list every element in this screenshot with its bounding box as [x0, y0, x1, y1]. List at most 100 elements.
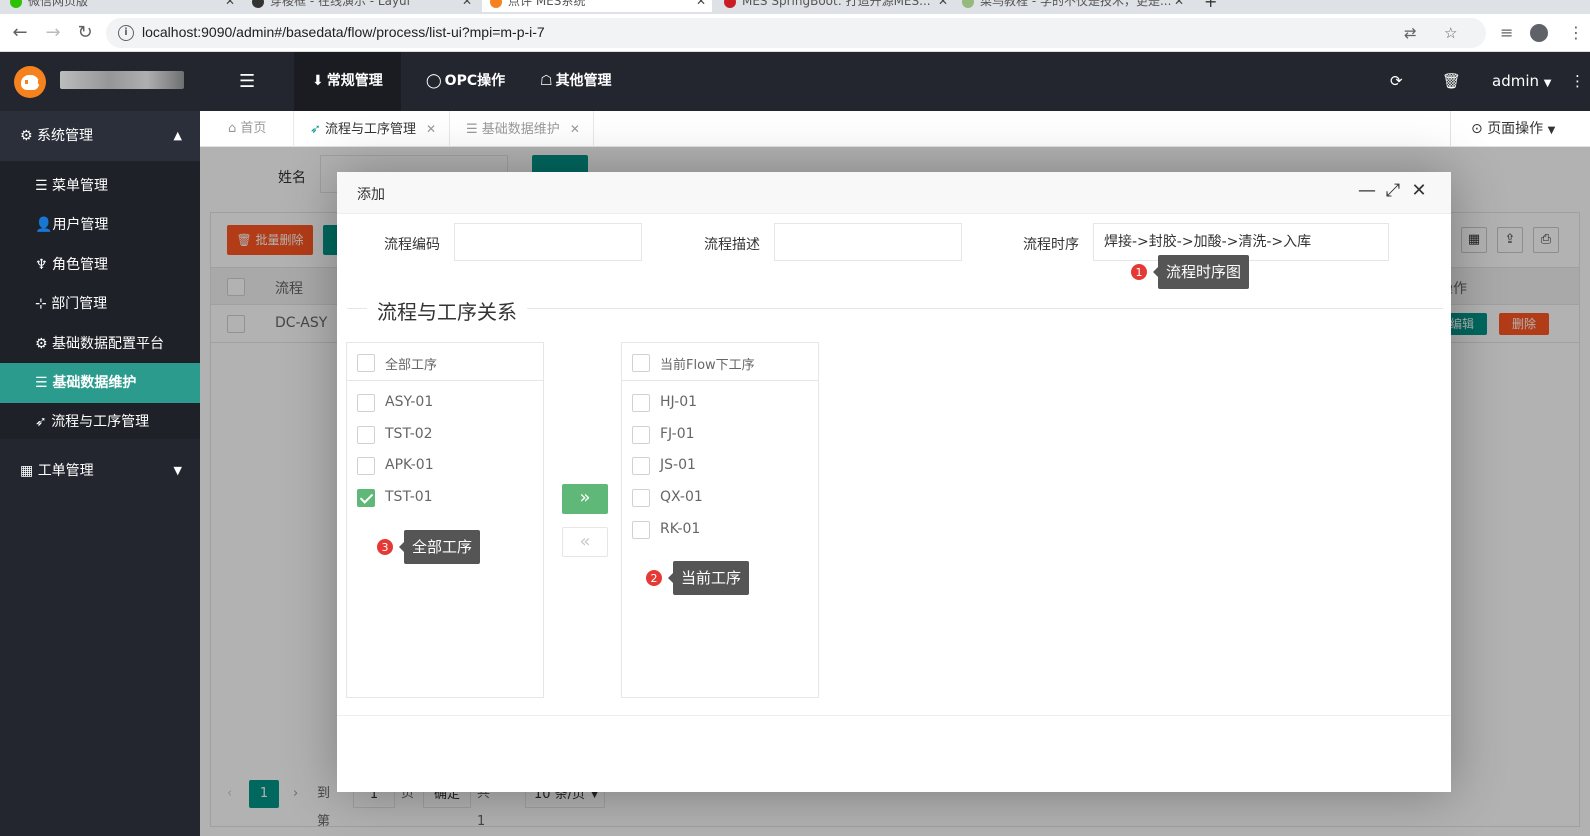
select-all-checkbox[interactable]	[632, 354, 650, 372]
sidebar-item-menu[interactable]: ☰ 菜单管理	[0, 166, 200, 206]
transfer-item[interactable]: QX-01	[622, 482, 818, 514]
minimize-icon[interactable]: —	[1357, 180, 1377, 201]
item-checkbox[interactable]	[632, 489, 650, 507]
dialog-title: 添加	[357, 187, 385, 203]
refresh-icon[interactable]: ⟳	[1390, 52, 1403, 111]
sidebar-item-users[interactable]: 👤用户管理	[0, 205, 200, 245]
annotation-number: 3	[376, 538, 394, 556]
close-icon[interactable]: ✕	[570, 122, 580, 136]
reload-icon[interactable]: ↻	[75, 23, 95, 43]
database-icon: ☰	[35, 375, 53, 391]
sidebar-item-label: 部门管理	[51, 296, 108, 312]
trash-icon[interactable]: 🗑	[1442, 52, 1461, 111]
forward-icon[interactable]: →	[43, 23, 63, 43]
move-right-button[interactable]: »	[562, 484, 608, 514]
transfer-box-header: 当前Flow下工序	[622, 343, 818, 381]
sidebar-item-label: 角色管理	[52, 257, 109, 273]
star-icon[interactable]: ☆	[1444, 24, 1457, 42]
calendar-icon: ▦	[20, 463, 38, 479]
transfer-item[interactable]: ASY-01	[347, 387, 543, 419]
transfer-item[interactable]: JS-01	[622, 450, 818, 482]
topnav-opc[interactable]: ◯ OPC操作	[408, 52, 523, 111]
fieldset-legend: 流程与工序关系	[367, 296, 527, 325]
more-icon[interactable]: ⋮	[1570, 52, 1585, 111]
transfer-item[interactable]: TST-02	[347, 419, 543, 451]
new-tab-button[interactable]: +	[1204, 0, 1224, 12]
download-icon: ⬇	[312, 73, 324, 89]
move-left-button[interactable]: «	[562, 527, 608, 557]
item-checkbox[interactable]	[357, 426, 375, 444]
translate-icon[interactable]: ⇄	[1404, 24, 1417, 42]
page-op-label: 页面操作	[1487, 121, 1544, 137]
item-checkbox[interactable]	[357, 394, 375, 412]
desc-input[interactable]	[774, 223, 962, 261]
topnav-regular[interactable]: ⬇ 常规管理	[294, 52, 401, 111]
item-checkbox[interactable]	[632, 426, 650, 444]
runoob-icon	[962, 0, 974, 8]
tab-label: 基础数据维护	[481, 122, 560, 137]
close-icon[interactable]: ✕	[1174, 0, 1184, 8]
close-icon[interactable]: ✕	[225, 0, 235, 8]
close-icon[interactable]: ✕	[696, 0, 706, 8]
item-checkbox[interactable]	[632, 394, 650, 412]
close-icon[interactable]: ✕	[462, 0, 472, 8]
item-checkbox[interactable]	[632, 521, 650, 539]
browser-tab[interactable]: MES SpringBoot: 打造开源MES... ✕	[724, 0, 948, 12]
close-icon[interactable]: ✕	[938, 0, 948, 8]
transfer-item[interactable]: TST-01	[347, 482, 543, 514]
page-operations[interactable]: ⊙ 页面操作 ▼	[1450, 111, 1590, 147]
browser-toolbar: ← → ↻ i localhost:9090/admin#/basedata/f…	[0, 14, 1590, 52]
caret-up-icon: ▲	[173, 129, 182, 142]
logo	[0, 52, 200, 111]
transfer-box-current: 当前Flow下工序 HJ-01 FJ-01 JS-01 QX-01 RK-01	[621, 342, 819, 698]
rocket-icon: ➶	[310, 122, 326, 137]
close-icon[interactable]: ✕	[1409, 180, 1429, 201]
annotation-text: 全部工序	[398, 530, 481, 564]
address-bar[interactable]: i localhost:9090/admin#/basedata/flow/pr…	[106, 18, 1486, 48]
profile-icon[interactable]	[1530, 24, 1548, 42]
select-all-checkbox[interactable]	[357, 354, 375, 372]
reading-list-icon[interactable]: ≡	[1500, 23, 1513, 42]
back-icon[interactable]: ←	[10, 23, 30, 43]
app-favicon-icon	[490, 0, 502, 8]
browser-tab[interactable]: 菜鸟教程 - 学的不仅是技术，更是... ✕	[962, 0, 1184, 12]
close-icon[interactable]: ✕	[426, 122, 436, 136]
item-checkbox-checked[interactable]	[357, 489, 375, 507]
other-icon: ☖	[540, 73, 553, 89]
info-icon[interactable]: i	[118, 25, 134, 41]
tab-basedata[interactable]: ☰ 基础数据维护 ✕	[450, 111, 594, 147]
browser-tab[interactable]: 微信网页版 ✕	[10, 0, 235, 12]
tab-label: 流程与工序管理	[325, 122, 417, 137]
item-checkbox[interactable]	[632, 457, 650, 475]
transfer-item[interactable]: RK-01	[622, 514, 818, 546]
sidebar-item-basedata[interactable]: ☰ 基础数据维护	[0, 363, 200, 403]
menu-toggle-icon[interactable]: ☰	[239, 71, 255, 92]
user-menu[interactable]: admin ▼	[1492, 52, 1551, 111]
sidebar-item-departments[interactable]: ⊹ 部门管理	[0, 284, 200, 324]
sidebar-group-system[interactable]: ⚙ 系统管理 ▲	[0, 111, 200, 161]
topnav-other[interactable]: ☖ 其他管理	[522, 52, 630, 111]
page-tabs: ⌂ 首页 ➶ 流程与工序管理 ✕ ☰ 基础数据维护 ✕ ⊙ 页面操作 ▼	[200, 111, 1590, 147]
more-icon[interactable]: ⋮	[1568, 23, 1584, 42]
url-text[interactable]: localhost:9090/admin#/basedata/flow/proc…	[142, 24, 545, 40]
gitee-icon	[724, 0, 736, 8]
transfer-item[interactable]: FJ-01	[622, 419, 818, 451]
maximize-icon[interactable]: ⤢	[1383, 180, 1403, 201]
sidebar-item-label: 流程与工序管理	[51, 414, 150, 430]
rocket-icon: ➶	[35, 414, 52, 430]
browser-tab-active[interactable]: 点评 MES系统 ✕	[482, 0, 712, 12]
tab-flow[interactable]: ➶ 流程与工序管理 ✕	[294, 111, 450, 147]
sidebar-item-basedata-config[interactable]: ⚙ 基础数据配置平台	[0, 324, 200, 364]
sidebar-group-workorder[interactable]: ▦ 工单管理 ▼	[0, 446, 200, 496]
item-label: APK-01	[385, 457, 434, 473]
code-input[interactable]	[454, 223, 642, 261]
browser-tab-label: 微信网页版	[28, 0, 89, 8]
item-checkbox[interactable]	[357, 457, 375, 475]
browser-tab-label: MES SpringBoot: 打造开源MES...	[742, 0, 931, 8]
browser-tab[interactable]: 穿梭框 - 在线演示 - Layui ✕	[252, 0, 472, 12]
transfer-item[interactable]: APK-01	[347, 450, 543, 482]
tab-home[interactable]: ⌂ 首页	[200, 111, 294, 147]
transfer-item[interactable]: HJ-01	[622, 387, 818, 419]
sidebar-item-flow[interactable]: ➶ 流程与工序管理	[0, 402, 200, 442]
sidebar-item-roles[interactable]: ♆ 角色管理	[0, 245, 200, 285]
